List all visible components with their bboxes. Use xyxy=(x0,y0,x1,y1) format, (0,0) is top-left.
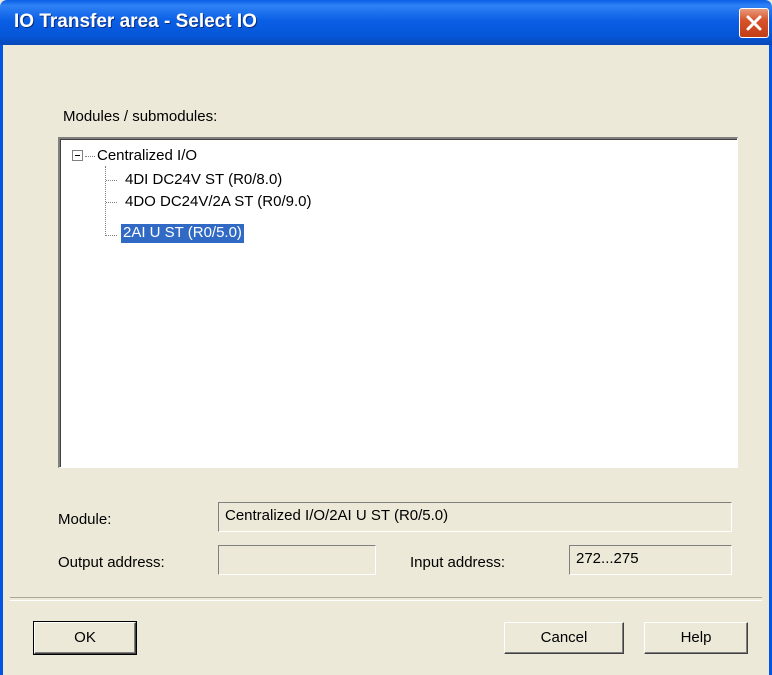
tree-node-4di[interactable]: 4DI DC24V ST (R0/8.0) xyxy=(123,171,284,190)
cancel-button[interactable]: Cancel xyxy=(504,622,624,654)
title-bar[interactable]: IO Transfer area - Select IO xyxy=(0,0,772,45)
input-address-field: 272...275 xyxy=(569,545,732,575)
close-icon xyxy=(746,15,762,31)
tree-connector xyxy=(106,180,117,182)
input-address-label: Input address: xyxy=(410,554,506,571)
tree-connector xyxy=(106,202,117,204)
tree-node-4do[interactable]: 4DO DC24V/2A ST (R0/9.0) xyxy=(123,193,313,212)
module-field: Centralized I/O/2AI U ST (R0/5.0) xyxy=(218,502,732,532)
module-tree[interactable]: Centralized I/O 4DI DC24V ST (R0/8.0) 4D… xyxy=(58,137,738,468)
tree-node-centralized-io[interactable]: Centralized I/O xyxy=(95,147,199,166)
window-title: IO Transfer area - Select IO xyxy=(14,11,257,32)
tree-node-2ai[interactable]: 2AI U ST (R0/5.0) xyxy=(121,224,244,243)
collapse-icon[interactable] xyxy=(72,150,83,161)
output-address-label: Output address: xyxy=(58,554,165,571)
ok-button[interactable]: OK xyxy=(33,621,137,655)
output-address-field xyxy=(218,545,376,575)
module-label: Module: xyxy=(58,511,112,528)
tree-inner: Centralized I/O 4DI DC24V ST (R0/8.0) 4D… xyxy=(60,139,737,467)
help-button[interactable]: Help xyxy=(644,622,748,654)
tree-connector xyxy=(106,235,117,237)
tree-connector xyxy=(105,166,107,236)
tree-connector xyxy=(85,156,95,158)
close-button[interactable] xyxy=(739,8,769,38)
separator xyxy=(10,597,762,601)
modules-label: Modules / submodules: xyxy=(63,108,218,125)
